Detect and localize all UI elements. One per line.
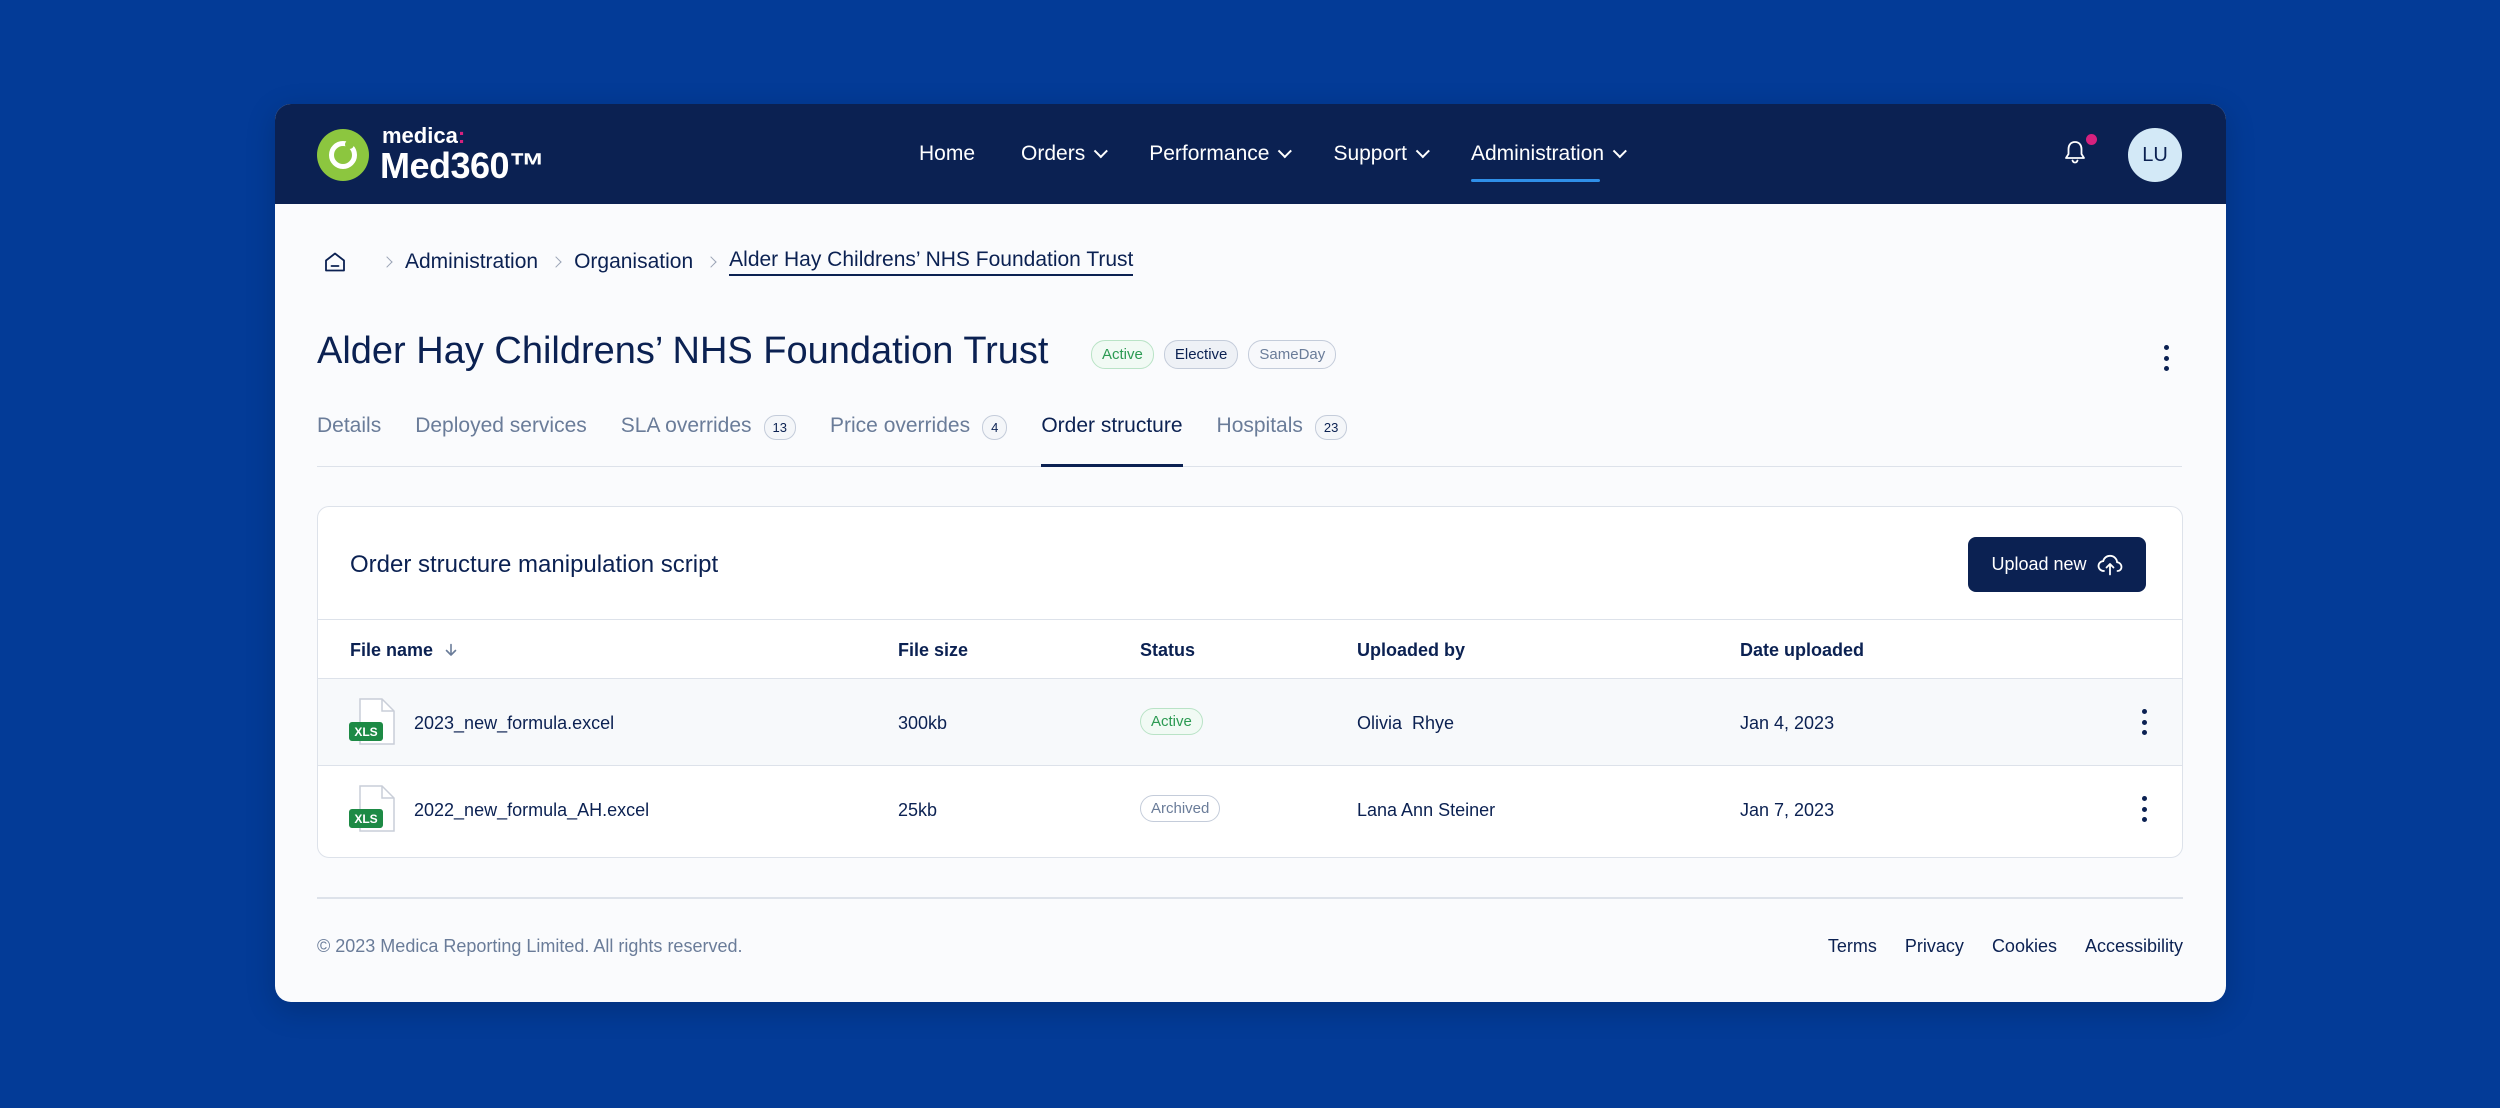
page-title: Alder Hay Childrens’ NHS Foundation Trus… [317,330,1049,372]
table-row[interactable]: XLS 2022_new_formula_AH.excel 25kb Archi… [318,766,2182,853]
nav-item-label: Home [919,142,976,165]
footer-link-cookies[interactable]: Cookies [1992,936,2057,957]
page-more-options-icon[interactable] [2163,345,2169,371]
upload-button-label: Upload new [1991,554,2087,574]
tab-label: SLA overrides [620,414,752,437]
tab-bar: Details Deployed services SLA overrides 1… [317,396,2182,467]
tab-price-overrides[interactable]: Price overrides 4 [830,396,1008,466]
row-more-options-icon[interactable] [2141,709,2147,735]
nav-item-label: Support [1333,142,1407,165]
footer-link-accessibility[interactable]: Accessibility [2085,936,2183,957]
chevron-down-icon [1093,144,1109,159]
user-avatar[interactable]: LU [2128,128,2182,182]
tab-label: Hospitals [1216,414,1303,437]
tab-details[interactable]: Details [317,396,381,466]
tab-count-badge: 4 [982,415,1008,440]
app-window: medica: Med360™ Home Orders Performance … [275,104,2226,1002]
cloud-upload-icon [2097,554,2122,575]
svg-text:XLS: XLS [354,812,377,826]
file-size-cell: 25kb [898,800,938,820]
breadcrumb-current[interactable]: Alder Hay Childrens’ NHS Foundation Trus… [729,248,1134,276]
svg-text:XLS: XLS [354,725,377,739]
notification-dot [2086,134,2097,145]
main-nav: Home Orders Performance Support Administ… [919,104,1668,204]
tab-label: Details [317,414,382,437]
nav-item-label: Orders [1021,142,1086,165]
uploaded-by-cell: Lana Ann Steiner [1357,800,1496,820]
notification-bell-icon[interactable] [2064,140,2086,164]
footer-divider [317,897,2183,899]
tab-order-structure[interactable]: Order structure [1041,396,1183,467]
xls-file-icon: XLS [349,698,395,745]
footer-link-privacy[interactable]: Privacy [1905,936,1964,957]
nav-item-performance[interactable]: Performance [1149,104,1293,204]
order-structure-card: Order structure manipulation script Uplo… [317,506,2183,858]
sort-down-arrow-icon [445,643,457,656]
tab-count-badge: 13 [763,415,797,440]
home-icon[interactable] [323,250,347,274]
top-navbar: medica: Med360™ Home Orders Performance … [275,104,2226,204]
breadcrumb-separator-icon [550,256,562,268]
file-name-cell[interactable]: 2023_new_formula.excel [414,713,614,734]
tab-sla-overrides[interactable]: SLA overrides 13 [620,396,797,466]
breadcrumb: Administration Organisation Alder Hay Ch… [323,244,1134,280]
nav-item-administration[interactable]: Administration [1471,104,1627,204]
breadcrumb-organisation[interactable]: Organisation [574,250,693,274]
card-title: Order structure manipulation script [350,551,719,578]
column-header-date-uploaded: Date uploaded [1740,640,1865,660]
status-badge: Active [1140,708,1203,735]
column-header-label: File name [350,640,434,660]
tab-hospitals[interactable]: Hospitals 23 [1217,396,1348,466]
upload-new-button[interactable]: Upload new [1968,537,2146,592]
tab-count-badge: 23 [1314,415,1348,440]
chevron-down-icon [1612,144,1627,159]
logo-wordmark-bottom: Med360™ [380,145,545,186]
status-badge: Archived [1140,795,1221,822]
status-badges: Active Elective SameDay [1091,340,1337,369]
breadcrumb-administration[interactable]: Administration [405,250,538,274]
breadcrumb-separator-icon [705,256,717,268]
file-size-cell: 300kb [898,713,948,733]
tab-label: Price overrides [830,414,971,437]
column-header-file-size: File size [898,640,969,660]
footer-links: Terms Privacy Cookies Accessibility [1828,936,2183,957]
tab-label: Deployed services [415,414,587,437]
nav-item-support[interactable]: Support [1333,104,1430,204]
nav-item-home[interactable]: Home [919,104,975,204]
status-badge-elective: Elective [1163,340,1239,369]
status-badge-sameday: SameDay [1248,340,1337,369]
row-more-options-icon[interactable] [2141,796,2147,822]
date-uploaded-cell: Jan 4, 2023 [1740,713,1835,733]
file-name-cell[interactable]: 2022_new_formula_AH.excel [414,800,649,821]
tab-label: Order structure [1041,414,1183,437]
nav-item-orders[interactable]: Orders [1021,104,1109,204]
breadcrumb-separator-icon [381,256,393,268]
status-badge-active: Active [1091,340,1154,369]
date-uploaded-cell: Jan 7, 2023 [1740,800,1835,820]
nav-item-label: Administration [1471,142,1605,165]
tab-deployed-services[interactable]: Deployed services [415,396,587,466]
column-header-uploaded-by: Uploaded by [1357,640,1466,660]
column-header-status: Status [1140,640,1196,660]
chevron-down-icon [1415,144,1430,159]
xls-file-icon: XLS [349,785,395,832]
footer-link-terms[interactable]: Terms [1828,936,1877,957]
nav-item-label: Performance [1149,142,1270,165]
copyright-text: © 2023 Medica Reporting Limited. All rig… [317,936,743,956]
table-row[interactable]: XLS 2023_new_formula.excel 300kb Active … [318,679,2182,766]
column-header-file-name[interactable]: File name [350,640,458,661]
uploaded-by-cell: Olivia Rhye [1357,713,1455,733]
medica-logo-icon[interactable] [317,129,369,181]
table-header: File name File size Status Uploaded by D… [318,619,2182,679]
chevron-down-icon [1278,144,1293,159]
